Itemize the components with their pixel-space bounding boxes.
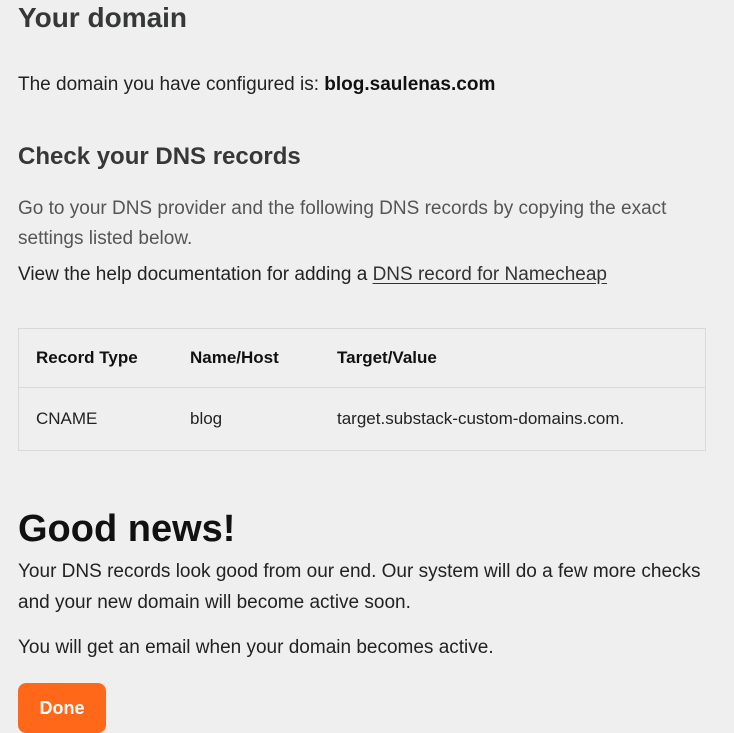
done-button[interactable]: Done — [18, 683, 106, 733]
dns-records-title: Check your DNS records — [18, 143, 301, 170]
namecheap-help-link[interactable]: DNS record for Namecheap — [373, 264, 607, 285]
custom-domain-page: Your domain The domain you have configur… — [0, 0, 734, 733]
help-text: View the help documentation for adding a… — [18, 264, 607, 286]
table-row: CNAME blog target.substack-custom-domain… — [19, 388, 705, 450]
column-header-record-type: Record Type — [19, 329, 173, 388]
configured-domain-prefix: The domain you have configured is: — [18, 74, 325, 95]
column-header-name-host: Name/Host — [173, 329, 320, 388]
dns-records-table: Record Type Name/Host Target/Value CNAME… — [18, 328, 706, 451]
dns-instructions: Go to your DNS provider and the followin… — [18, 198, 667, 249]
status-title: Good news! — [18, 508, 236, 550]
configured-domain-text: The domain you have configured is: blog.… — [18, 74, 495, 96]
column-header-target-value: Target/Value — [320, 329, 705, 388]
help-prefix: View the help documentation for adding a — [18, 264, 373, 285]
status-message: Your DNS records look good from our end.… — [18, 561, 701, 613]
cell-name-host: blog — [190, 409, 223, 428]
page-title: Your domain — [18, 2, 188, 33]
cell-record-type: CNAME — [36, 409, 98, 428]
table-header-row: Record Type Name/Host Target/Value — [19, 329, 705, 388]
configured-domain-value: blog.saulenas.com — [324, 74, 496, 95]
email-notice: You will get an email when your domain b… — [18, 637, 494, 658]
cell-target-value: target.substack-custom-domains.com. — [337, 409, 625, 428]
